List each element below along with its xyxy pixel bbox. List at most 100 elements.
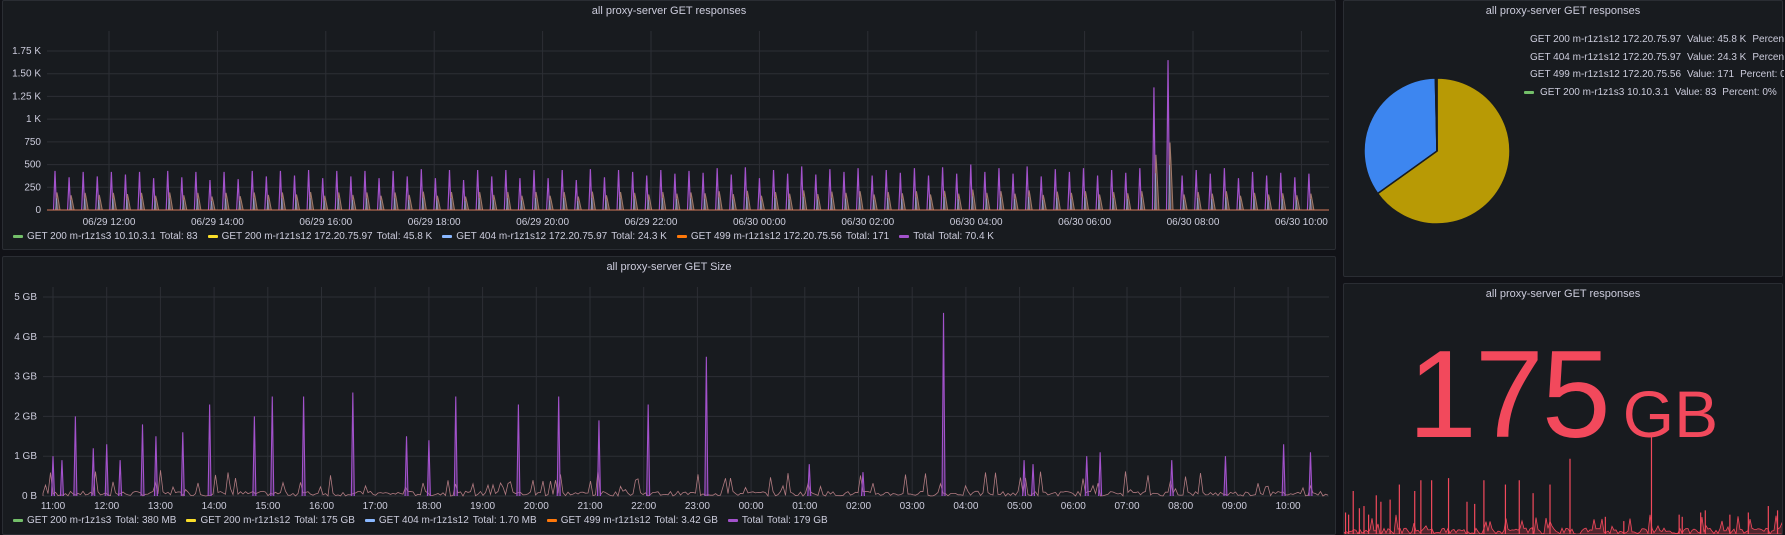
size-spike <box>59 460 64 497</box>
y-tick-label: 5 GB <box>14 292 37 303</box>
series-color-swatch <box>546 519 557 522</box>
legend-item[interactable]: Total Total: 70.4 K <box>899 231 994 242</box>
size-spike <box>1022 460 1027 497</box>
legend-total: Total: 1.70 MB <box>472 515 537 526</box>
legend-label: GET 404 m-r1z1s12 <box>378 515 469 526</box>
responses-chart[interactable]: 0 250 500 750 1 K 1.25 K 1.50 K 1.75 K 06/29 12:… <box>3 1 1337 231</box>
legend-item[interactable]: GET 499 m-r1z1s12 172.20.75.56 Value: 171… <box>1524 66 1784 84</box>
y-tick-label: 500 <box>24 160 41 171</box>
y-tick-label: 1 K <box>26 114 41 125</box>
legend-item[interactable]: GET 499 m-r1z1s12 Total: 3.42 GB <box>546 515 718 526</box>
x-tick-label: 11:00 <box>41 501 66 512</box>
x-tick-label: 06:00 <box>1061 501 1086 512</box>
x-tick-label: 06/30 04:00 <box>950 217 1003 228</box>
size-spike <box>1084 456 1089 497</box>
x-tick-label: 06/29 12:00 <box>83 217 136 228</box>
y-tick-label: 0 <box>35 205 41 216</box>
x-tick-label: 03:00 <box>900 501 925 512</box>
legend-label: GET 200 m-r1z1s3 10.10.3.1 <box>27 231 156 242</box>
legend-item[interactable]: GET 404 m-r1z1s12 172.20.75.97 Total: 24.… <box>442 231 667 242</box>
total-series-noise <box>42 470 1329 497</box>
legend-label: GET 200 m-r1z1s12 172.20.75.97 <box>1530 34 1682 45</box>
x-tick-label: 23:00 <box>685 501 710 512</box>
legend-total: Total: 24.3 K <box>611 231 667 242</box>
x-tick-label: 01:00 <box>792 501 817 512</box>
series-color-swatch <box>13 519 23 522</box>
sparkline-area <box>1344 514 1782 534</box>
series-color-swatch <box>364 519 375 522</box>
series-color-swatch <box>899 235 910 238</box>
legend-item[interactable]: GET 499 m-r1z1s12 172.20.75.56 Total: 171 <box>676 231 889 242</box>
x-tick-label: 20:00 <box>524 501 549 512</box>
x-tick-label: 13:00 <box>148 501 173 512</box>
size-spike <box>252 416 257 497</box>
size-spike <box>941 312 946 497</box>
x-tick-label: 05:00 <box>1007 501 1032 512</box>
stat-panel: all proxy-server GET responses 175 GB <box>1343 283 1783 535</box>
size-spike <box>207 404 212 497</box>
legend-item[interactable]: GET 200 m-r1z1s3 Total: 380 MB <box>13 515 176 526</box>
stat-value: 175 GB <box>1344 324 1782 466</box>
legend-label: Total <box>741 515 764 526</box>
x-tick-label: 06/29 16:00 <box>299 217 352 228</box>
x-tick-label: 10:00 <box>1276 501 1301 512</box>
pie-legend: GET 200 m-r1z1s12 172.20.75.97 Value: 45.… <box>1524 31 1784 101</box>
stat-unit: GB <box>1622 377 1719 451</box>
legend-label: GET 499 m-r1z1s12 <box>560 515 651 526</box>
legend-item[interactable]: GET 404 m-r1z1s12 Total: 1.70 MB <box>364 515 537 526</box>
size-spike <box>426 440 431 497</box>
y-tick-label: 1.75 K <box>12 46 41 57</box>
size-spike <box>807 464 812 497</box>
pie-panel: all proxy-server GET responses GET 200 m… <box>1343 0 1784 278</box>
x-tick-label: 06/29 22:00 <box>625 217 678 228</box>
size-spike <box>596 420 601 497</box>
x-tick-label: 18:00 <box>416 501 441 512</box>
legend-label: GET 404 m-r1z1s12 172.20.75.97 <box>456 231 608 242</box>
series-color-swatch <box>442 235 453 238</box>
chart-legend: GET 200 m-r1z1s3 10.10.3.1 Total: 83 GET 2… <box>13 231 994 242</box>
y-tick-label: 1.25 K <box>12 91 41 102</box>
y-tick-label: 2 GB <box>14 411 37 422</box>
size-spike <box>860 472 866 497</box>
x-tick-label: 22:00 <box>631 501 656 512</box>
size-spike <box>91 448 96 497</box>
legend-total: Total: 45.8 K <box>376 231 433 242</box>
size-spike <box>301 396 306 497</box>
legend-item[interactable]: GET 200 m-r1z1s12 172.20.75.97 Total: 45.… <box>207 231 433 242</box>
size-spike <box>1030 464 1036 497</box>
legend-label: GET 200 m-r1z1s3 <box>27 515 112 526</box>
size-spike <box>516 404 521 497</box>
legend-item[interactable]: Total Total: 179 GB <box>727 515 828 526</box>
x-tick-label: 06/29 14:00 <box>191 217 244 228</box>
legend-item[interactable]: GET 200 m-r1z1s3 10.10.3.1 Total: 83 <box>13 231 198 242</box>
x-tick-label: 21:00 <box>577 501 602 512</box>
size-spike <box>704 356 709 497</box>
legend-item[interactable]: GET 200 m-r1z1s12 172.20.75.97 Value: 45.… <box>1524 31 1784 49</box>
legend-item[interactable]: GET 200 m-r1z1s12 Total: 175 GB <box>186 515 355 526</box>
size-spike <box>1169 460 1174 497</box>
series-color-swatch <box>1524 90 1534 94</box>
legend-item[interactable]: GET 200 m-r1z1s3 10.10.3.1 Value: 83 Perce… <box>1524 84 1784 102</box>
y-tick-label: 3 GB <box>14 372 37 383</box>
size-spike <box>1098 452 1103 497</box>
y-tick-label: 1.50 K <box>12 69 41 80</box>
size-spike <box>73 416 78 497</box>
size-chart[interactable]: 0 B 1 GB 2 GB 3 GB 4 GB 5 GB 11:00 12:00 13:00 14… <box>3 257 1337 517</box>
series-color-swatch <box>207 235 218 238</box>
legend-percent: Percent: 65% <box>1752 34 1784 45</box>
legend-item[interactable]: GET 404 m-r1z1s12 172.20.75.97 Value: 24.… <box>1524 49 1784 67</box>
legend-label: GET 499 m-r1z1s12 172.20.75.56 <box>690 231 842 242</box>
size-spike <box>1281 444 1286 497</box>
x-tick-label: 16:00 <box>309 501 334 512</box>
y-tick-label: 250 <box>24 182 41 193</box>
legend-value: Value: 171 <box>1687 69 1735 80</box>
chart-legend: GET 200 m-r1z1s3 Total: 380 MB GET 200 m-r… <box>13 515 828 526</box>
legend-percent: Percent: 35% <box>1752 51 1784 63</box>
pie-chart[interactable] <box>1344 1 1524 278</box>
size-spike <box>453 396 458 497</box>
x-tick-label: 14:00 <box>202 501 227 512</box>
size-spike <box>556 396 561 497</box>
series-color-swatch <box>186 519 197 522</box>
x-tick-label: 04:00 <box>953 501 978 512</box>
size-spike <box>153 436 158 497</box>
